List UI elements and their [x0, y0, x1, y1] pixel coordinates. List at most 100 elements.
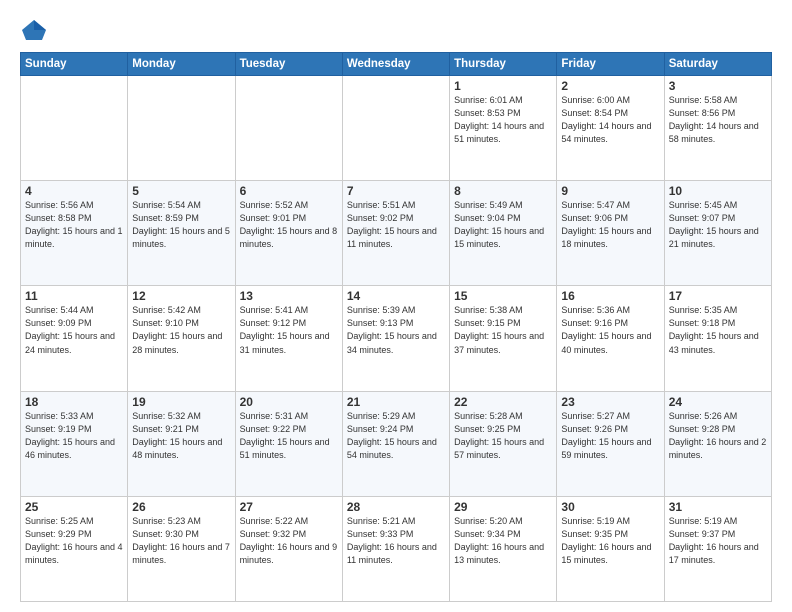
day-number: 18: [25, 395, 123, 409]
calendar-cell: 27Sunrise: 5:22 AM Sunset: 9:32 PM Dayli…: [235, 496, 342, 601]
day-number: 4: [25, 184, 123, 198]
calendar-cell: [128, 76, 235, 181]
day-header-sunday: Sunday: [21, 53, 128, 76]
calendar-cell: 14Sunrise: 5:39 AM Sunset: 9:13 PM Dayli…: [342, 286, 449, 391]
day-number: 13: [240, 289, 338, 303]
calendar-cell: [342, 76, 449, 181]
day-info: Sunrise: 5:58 AM Sunset: 8:56 PM Dayligh…: [669, 94, 767, 146]
calendar-cell: 19Sunrise: 5:32 AM Sunset: 9:21 PM Dayli…: [128, 391, 235, 496]
day-info: Sunrise: 5:38 AM Sunset: 9:15 PM Dayligh…: [454, 304, 552, 356]
day-number: 23: [561, 395, 659, 409]
day-info: Sunrise: 5:22 AM Sunset: 9:32 PM Dayligh…: [240, 515, 338, 567]
calendar-cell: 20Sunrise: 5:31 AM Sunset: 9:22 PM Dayli…: [235, 391, 342, 496]
day-number: 19: [132, 395, 230, 409]
calendar-body: 1Sunrise: 6:01 AM Sunset: 8:53 PM Daylig…: [21, 76, 772, 602]
calendar-cell: [21, 76, 128, 181]
calendar-cell: 24Sunrise: 5:26 AM Sunset: 9:28 PM Dayli…: [664, 391, 771, 496]
calendar-cell: 16Sunrise: 5:36 AM Sunset: 9:16 PM Dayli…: [557, 286, 664, 391]
week-row-5: 25Sunrise: 5:25 AM Sunset: 9:29 PM Dayli…: [21, 496, 772, 601]
calendar-cell: 5Sunrise: 5:54 AM Sunset: 8:59 PM Daylig…: [128, 181, 235, 286]
day-info: Sunrise: 5:19 AM Sunset: 9:37 PM Dayligh…: [669, 515, 767, 567]
day-number: 2: [561, 79, 659, 93]
day-number: 25: [25, 500, 123, 514]
day-info: Sunrise: 5:35 AM Sunset: 9:18 PM Dayligh…: [669, 304, 767, 356]
day-number: 31: [669, 500, 767, 514]
day-info: Sunrise: 5:44 AM Sunset: 9:09 PM Dayligh…: [25, 304, 123, 356]
day-number: 1: [454, 79, 552, 93]
day-header-thursday: Thursday: [450, 53, 557, 76]
day-number: 8: [454, 184, 552, 198]
day-info: Sunrise: 5:23 AM Sunset: 9:30 PM Dayligh…: [132, 515, 230, 567]
calendar-cell: 7Sunrise: 5:51 AM Sunset: 9:02 PM Daylig…: [342, 181, 449, 286]
calendar-cell: 6Sunrise: 5:52 AM Sunset: 9:01 PM Daylig…: [235, 181, 342, 286]
calendar-cell: 17Sunrise: 5:35 AM Sunset: 9:18 PM Dayli…: [664, 286, 771, 391]
day-number: 17: [669, 289, 767, 303]
week-row-1: 1Sunrise: 6:01 AM Sunset: 8:53 PM Daylig…: [21, 76, 772, 181]
day-number: 16: [561, 289, 659, 303]
day-info: Sunrise: 5:47 AM Sunset: 9:06 PM Dayligh…: [561, 199, 659, 251]
day-info: Sunrise: 5:36 AM Sunset: 9:16 PM Dayligh…: [561, 304, 659, 356]
day-number: 11: [25, 289, 123, 303]
day-header-monday: Monday: [128, 53, 235, 76]
day-number: 3: [669, 79, 767, 93]
day-info: Sunrise: 5:52 AM Sunset: 9:01 PM Dayligh…: [240, 199, 338, 251]
day-number: 10: [669, 184, 767, 198]
day-number: 12: [132, 289, 230, 303]
calendar-cell: 28Sunrise: 5:21 AM Sunset: 9:33 PM Dayli…: [342, 496, 449, 601]
calendar-cell: 23Sunrise: 5:27 AM Sunset: 9:26 PM Dayli…: [557, 391, 664, 496]
logo: [20, 16, 50, 44]
day-number: 30: [561, 500, 659, 514]
day-number: 27: [240, 500, 338, 514]
day-info: Sunrise: 5:41 AM Sunset: 9:12 PM Dayligh…: [240, 304, 338, 356]
day-number: 15: [454, 289, 552, 303]
day-number: 24: [669, 395, 767, 409]
calendar-cell: 9Sunrise: 5:47 AM Sunset: 9:06 PM Daylig…: [557, 181, 664, 286]
day-info: Sunrise: 5:39 AM Sunset: 9:13 PM Dayligh…: [347, 304, 445, 356]
day-info: Sunrise: 5:21 AM Sunset: 9:33 PM Dayligh…: [347, 515, 445, 567]
calendar-cell: 10Sunrise: 5:45 AM Sunset: 9:07 PM Dayli…: [664, 181, 771, 286]
logo-icon: [20, 16, 48, 44]
day-info: Sunrise: 5:26 AM Sunset: 9:28 PM Dayligh…: [669, 410, 767, 462]
calendar-cell: 25Sunrise: 5:25 AM Sunset: 9:29 PM Dayli…: [21, 496, 128, 601]
calendar-cell: 12Sunrise: 5:42 AM Sunset: 9:10 PM Dayli…: [128, 286, 235, 391]
calendar-cell: 29Sunrise: 5:20 AM Sunset: 9:34 PM Dayli…: [450, 496, 557, 601]
calendar-cell: 8Sunrise: 5:49 AM Sunset: 9:04 PM Daylig…: [450, 181, 557, 286]
day-info: Sunrise: 5:51 AM Sunset: 9:02 PM Dayligh…: [347, 199, 445, 251]
day-number: 28: [347, 500, 445, 514]
calendar-cell: [235, 76, 342, 181]
calendar-cell: 30Sunrise: 5:19 AM Sunset: 9:35 PM Dayli…: [557, 496, 664, 601]
day-info: Sunrise: 5:25 AM Sunset: 9:29 PM Dayligh…: [25, 515, 123, 567]
day-info: Sunrise: 5:56 AM Sunset: 8:58 PM Dayligh…: [25, 199, 123, 251]
day-info: Sunrise: 5:42 AM Sunset: 9:10 PM Dayligh…: [132, 304, 230, 356]
day-number: 21: [347, 395, 445, 409]
day-info: Sunrise: 5:49 AM Sunset: 9:04 PM Dayligh…: [454, 199, 552, 251]
day-number: 7: [347, 184, 445, 198]
day-number: 26: [132, 500, 230, 514]
calendar-cell: 3Sunrise: 5:58 AM Sunset: 8:56 PM Daylig…: [664, 76, 771, 181]
day-info: Sunrise: 5:19 AM Sunset: 9:35 PM Dayligh…: [561, 515, 659, 567]
day-info: Sunrise: 5:29 AM Sunset: 9:24 PM Dayligh…: [347, 410, 445, 462]
day-number: 14: [347, 289, 445, 303]
calendar-cell: 18Sunrise: 5:33 AM Sunset: 9:19 PM Dayli…: [21, 391, 128, 496]
day-number: 29: [454, 500, 552, 514]
header: [20, 16, 772, 44]
calendar-cell: 1Sunrise: 6:01 AM Sunset: 8:53 PM Daylig…: [450, 76, 557, 181]
day-info: Sunrise: 5:28 AM Sunset: 9:25 PM Dayligh…: [454, 410, 552, 462]
calendar-cell: 26Sunrise: 5:23 AM Sunset: 9:30 PM Dayli…: [128, 496, 235, 601]
day-info: Sunrise: 5:20 AM Sunset: 9:34 PM Dayligh…: [454, 515, 552, 567]
day-number: 20: [240, 395, 338, 409]
calendar-cell: 21Sunrise: 5:29 AM Sunset: 9:24 PM Dayli…: [342, 391, 449, 496]
week-row-3: 11Sunrise: 5:44 AM Sunset: 9:09 PM Dayli…: [21, 286, 772, 391]
day-info: Sunrise: 5:33 AM Sunset: 9:19 PM Dayligh…: [25, 410, 123, 462]
calendar-cell: 22Sunrise: 5:28 AM Sunset: 9:25 PM Dayli…: [450, 391, 557, 496]
day-header-tuesday: Tuesday: [235, 53, 342, 76]
day-number: 9: [561, 184, 659, 198]
calendar-header: SundayMondayTuesdayWednesdayThursdayFrid…: [21, 53, 772, 76]
day-info: Sunrise: 6:01 AM Sunset: 8:53 PM Dayligh…: [454, 94, 552, 146]
week-row-2: 4Sunrise: 5:56 AM Sunset: 8:58 PM Daylig…: [21, 181, 772, 286]
day-info: Sunrise: 5:54 AM Sunset: 8:59 PM Dayligh…: [132, 199, 230, 251]
day-number: 6: [240, 184, 338, 198]
day-header-friday: Friday: [557, 53, 664, 76]
calendar-cell: 15Sunrise: 5:38 AM Sunset: 9:15 PM Dayli…: [450, 286, 557, 391]
header-row: SundayMondayTuesdayWednesdayThursdayFrid…: [21, 53, 772, 76]
